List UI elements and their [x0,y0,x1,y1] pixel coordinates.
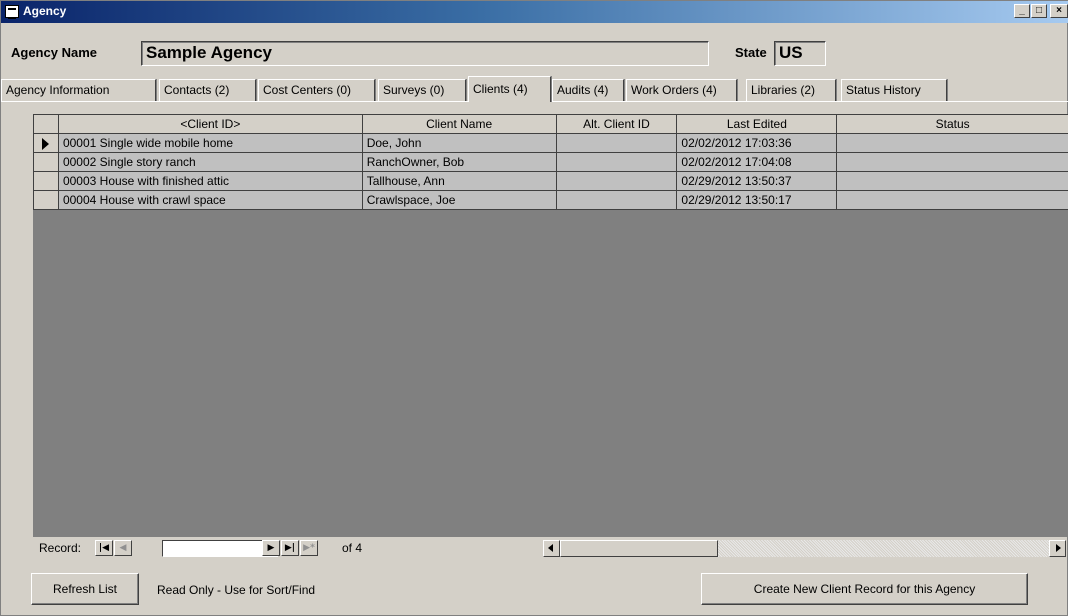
tab-cost-centers[interactable]: Cost Centers (0) [258,79,375,101]
cell-alt-client-id[interactable] [555,133,678,153]
first-record-button[interactable]: |◀ [95,540,113,556]
record-count: of 4 [342,541,363,555]
scroll-left-arrow-icon[interactable] [543,540,560,557]
tab-surveys[interactable]: Surveys (0) [378,79,466,101]
cell-client-id[interactable]: 00001 Single wide mobile home [57,133,363,153]
cell-alt-client-id[interactable] [555,171,678,191]
column-header-alt-client-id[interactable]: Alt. Client ID [555,114,678,134]
cell-last-edited[interactable]: 02/29/2012 13:50:17 [676,190,838,210]
clients-table: <Client ID> Client Name Alt. Client ID L… [33,114,1068,210]
cell-last-edited[interactable]: 02/02/2012 17:04:08 [676,152,838,172]
table-row[interactable]: 00002 Single story ranch RanchOwner, Bob… [33,152,1068,172]
previous-record-button[interactable]: ◀ [114,540,132,556]
tab-audits[interactable]: Audits (4) [552,79,624,101]
cell-status[interactable] [836,190,1068,210]
record-label: Record: [39,541,82,555]
agency-name-field[interactable]: Sample Agency [141,41,709,66]
cell-status[interactable] [836,171,1068,191]
next-record-button[interactable]: ▶ [262,540,280,556]
cell-last-edited[interactable]: 02/02/2012 17:03:36 [676,133,838,153]
record-navigation-bar: Record: |◀ ◀ 1 ▶ ▶| ▶* of 4 [33,537,1068,559]
cell-client-name[interactable]: Doe, John [361,133,557,153]
refresh-list-button[interactable]: Refresh List [31,573,139,605]
read-only-note: Read Only - Use for Sort/Find [157,583,316,597]
table-row[interactable]: 00003 House with finished attic Tallhous… [33,171,1068,191]
tab-contacts[interactable]: Contacts (2) [159,79,256,101]
cell-alt-client-id[interactable] [555,152,678,172]
row-selector[interactable] [33,133,59,153]
cell-client-name[interactable]: RanchOwner, Bob [361,152,557,172]
agency-window: Agency _ □ × Agency Name Sample Agency S… [0,0,1068,616]
row-selector-header[interactable] [33,114,59,134]
create-client-record-button[interactable]: Create New Client Record for this Agency [701,573,1028,605]
scrollbar-thumb[interactable] [560,540,718,557]
new-record-button[interactable]: ▶* [300,540,318,556]
state-field[interactable]: US [774,41,826,66]
tab-agency-information[interactable]: Agency Information [1,79,156,101]
tab-work-orders[interactable]: Work Orders (4) [626,79,737,101]
table-row[interactable]: 00004 House with crawl space Crawlspace,… [33,190,1068,210]
current-record-input[interactable]: 1 [162,540,278,557]
last-record-button[interactable]: ▶| [281,540,299,556]
current-record-pointer-icon [42,137,50,150]
column-header-client-name[interactable]: Client Name [361,114,557,134]
horizontal-scrollbar[interactable] [543,540,1066,557]
cell-status[interactable] [836,133,1068,153]
window-title: Agency [23,4,67,18]
tab-clients[interactable]: Clients (4) [468,76,551,102]
cell-client-id[interactable]: 00004 House with crawl space [57,190,363,210]
table-row[interactable]: 00001 Single wide mobile home Doe, John … [33,133,1068,153]
column-header-client-id[interactable]: <Client ID> [57,114,363,134]
title-bar[interactable]: Agency _ □ × [1,1,1068,23]
cell-last-edited[interactable]: 02/29/2012 13:50:37 [676,171,838,191]
agency-name-label: Agency Name [11,45,97,60]
cell-alt-client-id[interactable] [555,190,678,210]
row-selector[interactable] [33,171,59,191]
cell-client-name[interactable]: Crawlspace, Joe [361,190,557,210]
clients-datasheet[interactable]: <Client ID> Client Name Alt. Client ID L… [33,114,1068,537]
cell-status[interactable] [836,152,1068,172]
scroll-right-arrow-icon[interactable] [1049,540,1066,557]
column-header-status[interactable]: Status [836,114,1068,134]
tab-status-history[interactable]: Status History [841,79,947,101]
column-header-last-edited[interactable]: Last Edited [676,114,838,134]
row-selector[interactable] [33,190,59,210]
row-selector[interactable] [33,152,59,172]
minimize-button[interactable]: _ [1014,4,1030,18]
maximize-button[interactable]: □ [1031,4,1047,18]
form-icon [5,5,19,19]
tab-libraries[interactable]: Libraries (2) [746,79,836,101]
cell-client-name[interactable]: Tallhouse, Ann [361,171,557,191]
close-button[interactable]: × [1050,4,1068,18]
cell-client-id[interactable]: 00003 House with finished attic [57,171,363,191]
state-label: State [735,45,767,60]
header-row: <Client ID> Client Name Alt. Client ID L… [33,114,1068,134]
cell-client-id[interactable]: 00002 Single story ranch [57,152,363,172]
